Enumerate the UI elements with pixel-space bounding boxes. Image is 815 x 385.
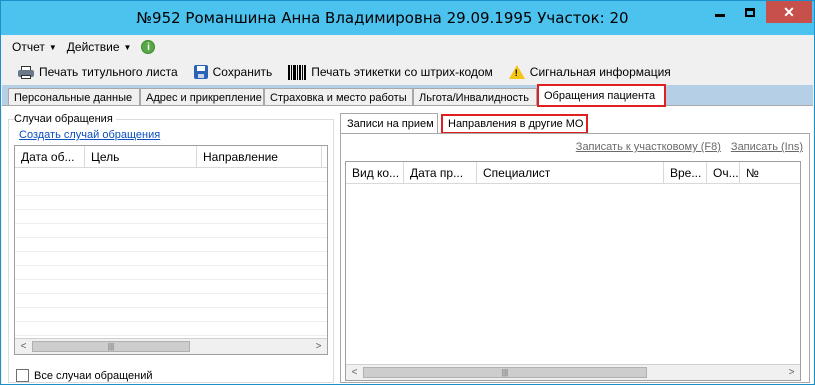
close-icon: ✕ (783, 4, 795, 20)
tab-address[interactable]: Адрес и прикрепление (140, 88, 264, 106)
info-icon[interactable]: i (141, 40, 156, 54)
printer-icon (18, 65, 34, 79)
tab-label: Записи на прием (347, 118, 434, 130)
main-tabs: Персональные данные Адрес и прикрепление… (2, 84, 813, 107)
column-header[interactable]: Дата пр... (404, 162, 477, 184)
scroll-thumb[interactable]: ||| (363, 367, 647, 378)
cases-panel: Случаи обращения Создать случай обращени… (8, 113, 334, 383)
all-cases-checkbox[interactable] (16, 369, 29, 382)
window-title: №952 Романшина Анна Владимировна 29.09.1… (136, 9, 629, 27)
tab-label: Адрес и прикрепление (146, 91, 262, 104)
table-row (15, 239, 327, 252)
appointments-content: Записать к участковому (F8) Записать (In… (340, 133, 810, 383)
print-barcode-button[interactable]: Печать этикетки со штрих-кодом (288, 64, 493, 80)
tab-benefits[interactable]: Льгота/Инвалидность (413, 88, 537, 106)
sub-tabs: Записи на прием Направления в другие МО (340, 113, 810, 134)
horizontal-scrollbar[interactable]: < ||| > (15, 338, 327, 354)
tab-label: Страховка и место работы (270, 91, 407, 104)
horizontal-scrollbar[interactable]: < ||| > (346, 364, 800, 380)
tab-label: Персональные данные (14, 91, 133, 104)
menu-action-label: Действие (66, 40, 120, 54)
tab-appointments[interactable]: Записи на прием (340, 113, 438, 134)
minimize-button[interactable] (706, 1, 734, 23)
appointment-actions: Записать к участковому (F8) Записать (In… (576, 141, 803, 153)
scroll-left-icon[interactable]: < (346, 365, 363, 380)
print-barcode-label: Печать этикетки со штрих-кодом (311, 65, 493, 79)
column-header[interactable]: Вид ко... (346, 162, 404, 184)
table-row (15, 253, 327, 266)
column-header[interactable]: Цель (85, 146, 197, 168)
tab-label: Направления в другие МО (448, 118, 584, 130)
all-cases-label: Все случаи обращений (34, 369, 153, 382)
scroll-left-icon[interactable]: < (15, 339, 32, 354)
warning-icon: ! (508, 65, 525, 79)
column-header[interactable]: Специалист (477, 162, 664, 184)
minimize-icon (715, 13, 725, 17)
table-row (15, 183, 327, 196)
table-row (15, 309, 327, 322)
tab-label: Обращения пациента (544, 90, 656, 102)
appointments-table-header: Вид ко... Дата пр... Специалист Вре... О… (346, 162, 800, 184)
barcode-icon (288, 64, 307, 80)
scroll-thumb[interactable]: ||| (32, 341, 190, 352)
table-row (15, 295, 327, 308)
cases-table-header: Дата об... Цель Направление (15, 146, 327, 168)
assign-local-link[interactable]: Записать к участковому (F8) (576, 141, 721, 153)
column-header[interactable]: Вре... (664, 162, 707, 184)
create-case-link[interactable]: Создать случай обращения (19, 129, 160, 141)
tab-content: Случаи обращения Создать случай обращени… (2, 105, 813, 384)
table-row (15, 267, 327, 280)
menu-report[interactable]: Отчет ▼ (12, 40, 57, 54)
assign-link[interactable]: Записать (Ins) (731, 141, 803, 153)
signal-info-button[interactable]: ! Сигнальная информация (508, 65, 671, 79)
column-header[interactable]: Дата об... (15, 146, 85, 168)
toolbar: Печать титульного листа Сохранить Печать… (2, 59, 813, 85)
table-row (15, 323, 327, 336)
table-row (15, 169, 327, 182)
caret-down-icon: ▼ (48, 42, 57, 52)
scroll-track[interactable]: ||| (32, 339, 310, 354)
save-label: Сохранить (212, 65, 273, 79)
table-row (15, 225, 327, 238)
cases-table[interactable]: Дата об... Цель Направление < ||| > (14, 145, 328, 355)
scroll-right-icon[interactable]: > (310, 339, 327, 354)
print-title-label: Печать титульного листа (39, 65, 178, 79)
cases-group-title: Случаи обращения (14, 113, 116, 125)
patient-window: №952 Романшина Анна Владимировна 29.09.1… (0, 0, 815, 385)
maximize-icon (745, 7, 755, 17)
title-bar[interactable]: №952 Романшина Анна Владимировна 29.09.1… (1, 1, 814, 35)
menu-bar: Отчет ▼ Действие ▼ i (2, 36, 813, 58)
appointments-table[interactable]: Вид ко... Дата пр... Специалист Вре... О… (345, 161, 801, 381)
print-title-button[interactable]: Печать титульного листа (18, 65, 178, 79)
scroll-track[interactable]: ||| (363, 365, 783, 380)
column-header[interactable]: Оч... (707, 162, 740, 184)
scroll-right-icon[interactable]: > (783, 365, 800, 380)
menu-report-label: Отчет (12, 40, 45, 54)
appointments-panel: Записи на прием Направления в другие МО … (340, 113, 811, 383)
tab-referrals[interactable]: Направления в другие МО (441, 114, 588, 134)
signal-info-label: Сигнальная информация (529, 65, 671, 79)
table-row (15, 281, 327, 294)
table-row (15, 197, 327, 210)
tab-personal-data[interactable]: Персональные данные (8, 88, 140, 106)
tab-patient-visits[interactable]: Обращения пациента (537, 84, 666, 107)
save-button[interactable]: Сохранить (193, 65, 273, 79)
tab-insurance[interactable]: Страховка и место работы (264, 88, 413, 106)
tab-label: Льгота/Инвалидность (419, 91, 529, 104)
maximize-button[interactable] (736, 1, 764, 23)
caret-down-icon: ▼ (123, 42, 132, 52)
table-row (15, 211, 327, 224)
column-header[interactable]: Направление (197, 146, 322, 168)
column-header[interactable]: № (740, 162, 800, 184)
close-button[interactable]: ✕ (766, 1, 812, 23)
floppy-disk-icon (193, 65, 208, 79)
all-cases-toggle[interactable]: Все случаи обращений (16, 369, 153, 382)
menu-action[interactable]: Действие ▼ (67, 40, 132, 54)
